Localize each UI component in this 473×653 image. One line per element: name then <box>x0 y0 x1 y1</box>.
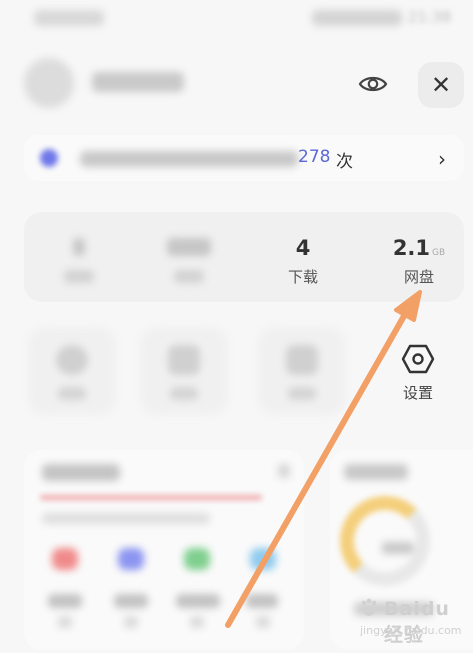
watermark: Baidu经验 jingyan.baidu.com <box>354 594 466 646</box>
paw-logo-icon <box>361 598 377 616</box>
watermark-text: Baidu经验 <box>384 598 450 646</box>
annotation-arrow <box>225 290 422 628</box>
watermark-url: jingyan.baidu.com <box>360 624 462 637</box>
